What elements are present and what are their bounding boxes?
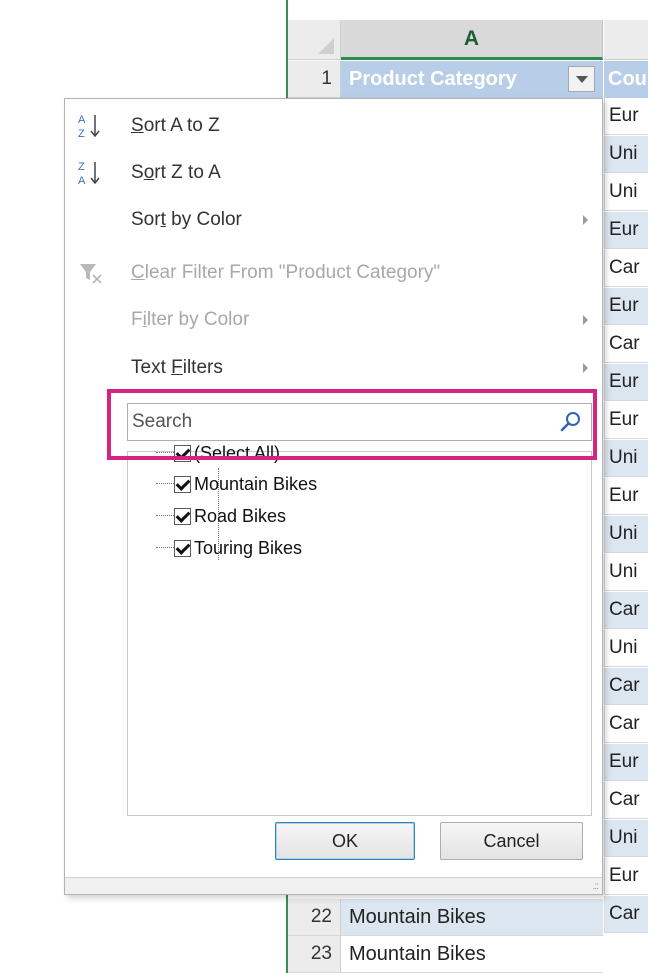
ok-button[interactable]: OK <box>275 822 415 860</box>
table-cell[interactable]: Car <box>604 782 648 819</box>
menu-item-clear-filter[interactable]: Clear Filter From "Product Category" <box>65 249 602 297</box>
table-cell[interactable]: Car <box>604 706 648 743</box>
checkbox-item[interactable]: Road Bikes <box>174 501 286 531</box>
table-cell[interactable]: Eur <box>604 98 648 135</box>
table-cell[interactable]: Eur <box>604 364 648 401</box>
chevron-right-icon <box>583 363 588 373</box>
filter-dropdown-button[interactable] <box>568 66 595 92</box>
chevron-right-icon <box>583 315 588 325</box>
checkbox-item[interactable]: Touring Bikes <box>174 533 302 563</box>
header-cell-product-category[interactable]: Product Category <box>341 61 603 98</box>
table-cell[interactable]: Uni <box>604 174 648 211</box>
row-number[interactable]: 22 <box>288 899 341 936</box>
sort-descending-icon: Z A <box>78 161 100 187</box>
search-highlight-frame <box>107 389 597 460</box>
table-cell[interactable]: Eur <box>604 288 648 325</box>
tree-connector <box>156 547 174 548</box>
table-cell[interactable]: Car <box>604 250 648 287</box>
chevron-right-icon <box>583 215 588 225</box>
tree-connector <box>156 483 174 484</box>
checkbox-checked[interactable] <box>174 539 191 557</box>
tree-connector <box>156 515 174 516</box>
clear-filter-icon <box>80 264 102 284</box>
checkbox-checked[interactable] <box>174 475 191 493</box>
table-cell[interactable]: Car <box>604 592 648 629</box>
row-number[interactable]: 1 <box>288 61 341 98</box>
table-cell[interactable]: Eur <box>604 212 648 249</box>
table-cell[interactable]: Uni <box>604 820 648 857</box>
menu-item-sort-z-a[interactable]: Z A Sort Z to A <box>65 149 602 197</box>
svg-text:Z: Z <box>78 128 85 140</box>
table-cell[interactable]: Car <box>604 896 648 933</box>
select-all-corner[interactable] <box>288 20 341 60</box>
table-cell[interactable]: Uni <box>604 516 648 553</box>
cancel-button[interactable]: Cancel <box>440 822 583 860</box>
menu-item-sort-by-color[interactable]: Sort by Color <box>65 196 602 244</box>
column-header-b[interactable] <box>604 20 648 60</box>
table-cell[interactable]: Mountain Bikes <box>341 899 603 936</box>
table-cell[interactable]: Mountain Bikes <box>341 936 603 973</box>
column-header-a[interactable]: A <box>341 20 603 60</box>
filter-values-list: (Select All) Mountain Bikes Road Bikes T… <box>127 443 592 816</box>
table-cell[interactable]: Eur <box>604 744 648 781</box>
table-cell[interactable]: Uni <box>604 630 648 667</box>
table-cell[interactable]: Eur <box>604 478 648 515</box>
table-cell[interactable]: Uni <box>604 554 648 591</box>
resize-bar: .:: <box>65 877 602 894</box>
menu-item-text-filters[interactable]: Text Filters <box>65 344 602 392</box>
table-cell[interactable]: Car <box>604 326 648 363</box>
header-cell-country[interactable]: Cou <box>604 61 648 98</box>
table-cell[interactable]: Uni <box>604 136 648 173</box>
resize-grip-icon[interactable]: .:: <box>593 881 599 892</box>
chevron-down-icon <box>575 75 588 83</box>
svg-text:A: A <box>78 175 86 187</box>
table-cell[interactable]: Uni <box>604 440 648 477</box>
checkbox-item[interactable]: Mountain Bikes <box>174 469 317 499</box>
svg-text:Z: Z <box>78 161 85 173</box>
svg-text:A: A <box>78 114 86 126</box>
menu-item-filter-by-color[interactable]: Filter by Color <box>65 296 602 344</box>
autofilter-dropdown: A Z Sort A to Z Z A Sort Z to A Sort by … <box>64 98 603 895</box>
table-cell[interactable]: Car <box>604 668 648 705</box>
table-cell[interactable]: Eur <box>604 402 648 439</box>
menu-item-sort-a-z[interactable]: A Z Sort A to Z <box>65 102 602 150</box>
sort-ascending-icon: A Z <box>78 114 100 140</box>
table-cell[interactable]: Eur <box>604 858 648 895</box>
checkbox-checked[interactable] <box>174 507 191 525</box>
row-number[interactable]: 23 <box>288 936 341 973</box>
